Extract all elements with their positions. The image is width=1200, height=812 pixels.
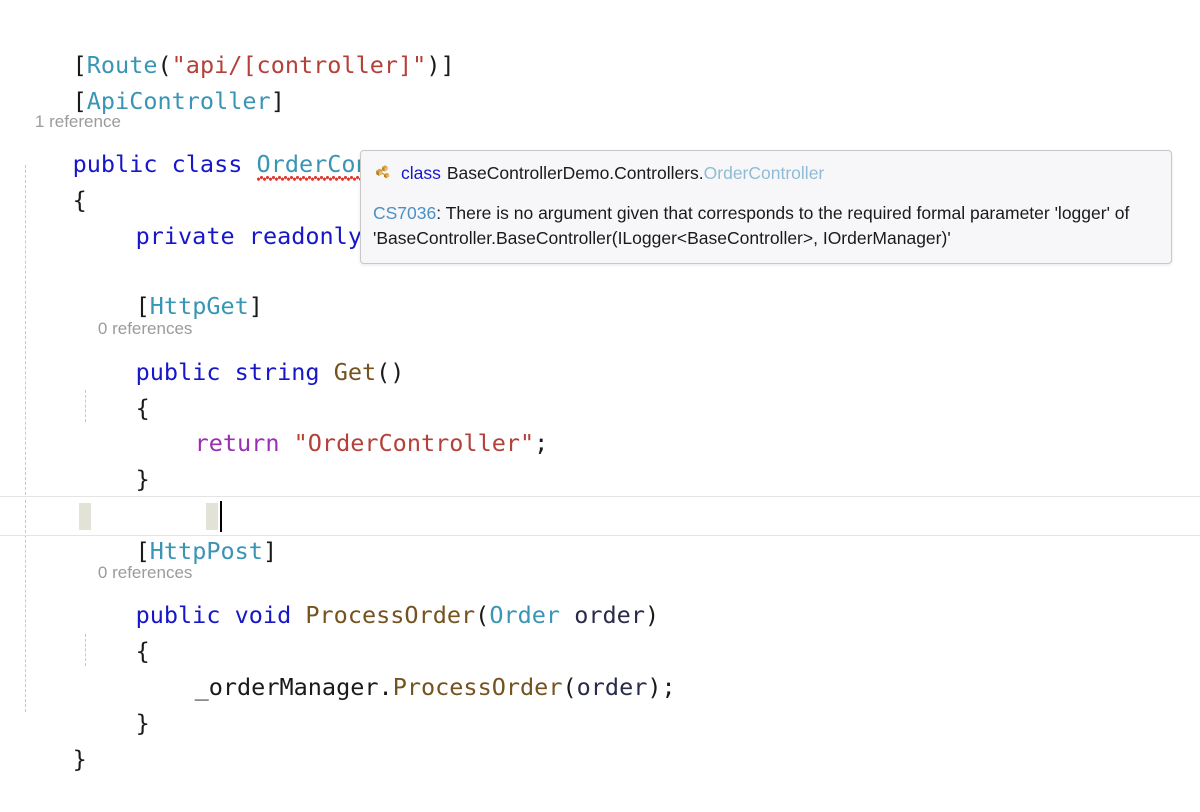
- code-line-8[interactable]: {: [0, 356, 1200, 422]
- tooltip-message-line1: : There is no argument given that corres…: [436, 203, 1130, 223]
- tooltip-error-code: CS7036: [373, 203, 437, 223]
- tooltip-signature-row: class BaseControllerDemo.Controllers. Orde…: [373, 161, 1157, 185]
- code-editor-surface[interactable]: [Route("api/[controller]")] [ApiControll…: [0, 0, 1200, 773]
- code-line-13[interactable]: {: [0, 599, 1200, 665]
- quick-info-tooltip: class BaseControllerDemo.Controllers. Orde…: [360, 150, 1172, 264]
- codelens-class-references[interactable]: 1 reference: [0, 86, 1200, 131]
- code-line-7[interactable]: public string Get(): [0, 320, 1200, 386]
- codelens-get-references[interactable]: 0 references: [0, 293, 1200, 338]
- code-line-14[interactable]: _orderManager.ProcessOrder(order);: [0, 635, 1200, 701]
- token-kw-readonly: readonly: [248, 222, 362, 250]
- tooltip-keyword: class: [401, 163, 441, 183]
- code-line-11-current[interactable]: [HttpPost]: [0, 499, 1200, 565]
- tooltip-type-name: OrderController: [703, 163, 825, 183]
- code-line-9[interactable]: return "OrderController";: [0, 391, 1200, 457]
- code-line-2[interactable]: [ApiController]: [0, 49, 1200, 115]
- code-line-1[interactable]: [Route("api/[controller]")]: [0, 13, 1200, 79]
- codelens-processorder-references[interactable]: 0 references: [0, 537, 1200, 582]
- token-kw-private: private: [135, 222, 235, 250]
- tooltip-namespace: BaseControllerDemo.Controllers.: [446, 163, 704, 183]
- class-icon: [373, 163, 393, 183]
- tooltip-error-message: CS7036: There is no argument given that …: [373, 201, 1157, 251]
- code-line-16[interactable]: }: [0, 707, 1200, 773]
- token-brace-close: }: [72, 745, 87, 773]
- code-line-10[interactable]: }: [0, 427, 1200, 493]
- code-line-15[interactable]: }: [0, 671, 1200, 737]
- code-line-3[interactable]: public class OrderController : BaseContr…: [0, 112, 1200, 181]
- code-line-12[interactable]: public void ProcessOrder(Order order): [0, 563, 1200, 629]
- tooltip-message-line2: 'BaseController.BaseController(ILogger<B…: [373, 228, 951, 248]
- token-brace-close: }: [135, 465, 150, 493]
